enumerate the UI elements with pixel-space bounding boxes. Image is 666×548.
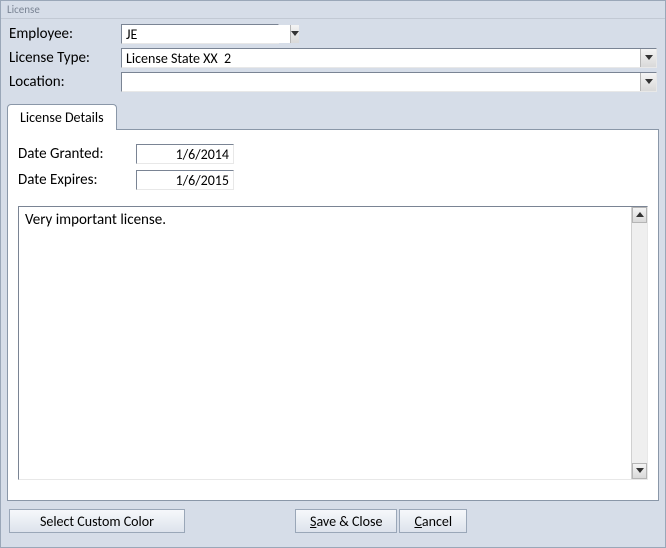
dropdown-icon[interactable] — [640, 49, 656, 67]
dropdown-icon[interactable] — [640, 73, 656, 91]
header-form: Employee: License Type: Location: — [1, 19, 665, 97]
license-window: License Employee: License Type: Location… — [0, 0, 666, 548]
employee-label: Employee: — [9, 25, 121, 43]
save-close-button[interactable]: Save & Close — [295, 509, 397, 533]
location-combo[interactable] — [121, 72, 657, 92]
employee-row: Employee: — [9, 23, 657, 45]
tabs-area: License Details Date Granted: Date Expir… — [7, 103, 659, 501]
window-title: License — [1, 1, 665, 19]
license-type-input[interactable] — [122, 49, 640, 67]
scroll-up-icon[interactable] — [632, 207, 647, 223]
license-type-combo[interactable] — [121, 48, 657, 68]
employee-input[interactable] — [122, 25, 290, 43]
button-bar: Select Custom Color Save & Close Cancel — [1, 501, 665, 541]
date-granted-label: Date Granted: — [18, 145, 136, 163]
dropdown-icon[interactable] — [290, 25, 299, 43]
date-expires-label: Date Expires: — [18, 171, 136, 189]
cancel-mnemonic: C — [414, 513, 421, 530]
select-custom-color-button[interactable]: Select Custom Color — [9, 509, 185, 533]
scrollbar[interactable] — [631, 207, 647, 479]
date-granted-field[interactable] — [136, 144, 234, 164]
date-expires-row: Date Expires: — [18, 168, 648, 192]
cancel-button[interactable]: Cancel — [399, 509, 467, 533]
tab-panel-details: Date Granted: Date Expires: — [7, 129, 659, 501]
license-type-label: License Type: — [9, 49, 121, 67]
tab-strip: License Details — [7, 103, 659, 129]
tab-license-details[interactable]: License Details — [7, 104, 117, 130]
date-granted-row: Date Granted: — [18, 142, 648, 166]
notes-textarea[interactable] — [19, 207, 631, 479]
location-label: Location: — [9, 73, 121, 91]
cancel-text: ancel — [422, 513, 452, 530]
employee-combo[interactable] — [121, 24, 279, 44]
location-row: Location: — [9, 71, 657, 93]
notes-container — [18, 206, 648, 480]
scroll-down-icon[interactable] — [632, 463, 647, 479]
location-input[interactable] — [122, 73, 640, 91]
save-close-text: ave & Close — [316, 513, 382, 530]
date-expires-field[interactable] — [136, 170, 234, 190]
license-type-row: License Type: — [9, 47, 657, 69]
